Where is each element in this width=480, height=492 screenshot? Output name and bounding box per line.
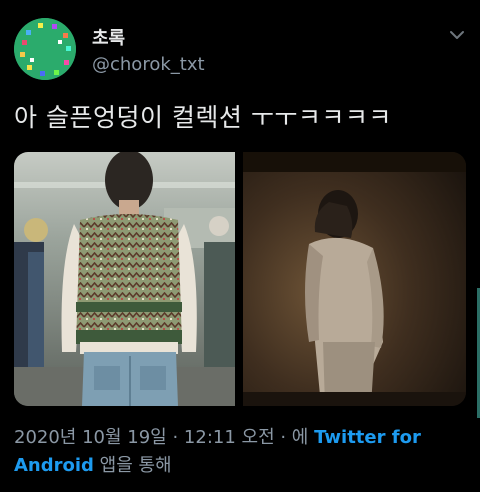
meta-separator-via: · 에: [274, 427, 315, 448]
tweet-media: [14, 152, 466, 406]
tweet-date[interactable]: 2020년 10월 19일: [14, 427, 167, 448]
tweet-text: 아 슬픈엉덩이 컬렉션 ㅜㅜㅋㅋㅋㅋ: [14, 103, 392, 132]
meta-suffix: 앱을 통해: [93, 455, 172, 476]
avatar[interactable]: [14, 18, 76, 80]
photo-dark-figure-back: [243, 152, 466, 406]
tweet-meta: 2020년 10월 19일 · 12:11 오전 · 에 Twitter for…: [14, 424, 464, 480]
chevron-down-icon[interactable]: [448, 26, 466, 44]
tweet-photo-1[interactable]: [14, 152, 235, 406]
avatar-pattern: [14, 18, 76, 80]
tweet-time[interactable]: 12:11 오전: [184, 427, 275, 448]
meta-separator: ·: [166, 427, 184, 448]
photo-knit-vest-back: [14, 152, 235, 406]
display-name[interactable]: 초록: [92, 24, 125, 50]
tweet-photo-2[interactable]: [243, 152, 466, 406]
user-handle[interactable]: @chorok_txt: [92, 54, 205, 75]
